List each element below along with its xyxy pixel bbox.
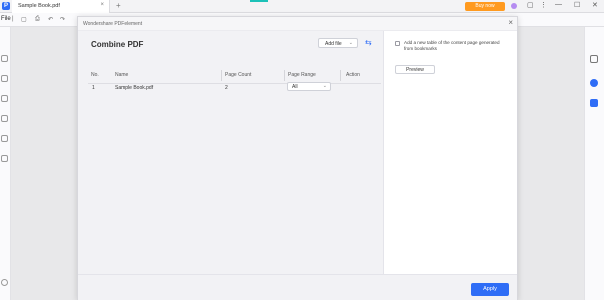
column-header-page-range: Page Range	[288, 72, 316, 78]
ai-assistant-icon[interactable]	[590, 79, 598, 87]
tab-sample-book[interactable]: Sample Book.pdf ×	[12, 0, 110, 13]
toc-checkbox-label: Add a new table of the content page gene…	[404, 40, 500, 51]
minimize-icon[interactable]: —	[555, 1, 562, 8]
new-tab-icon[interactable]: +	[116, 1, 121, 10]
column-header-no: No.	[91, 72, 99, 78]
right-sidebar	[584, 27, 604, 300]
app-logo-icon: P	[2, 2, 10, 10]
bookmark-icon[interactable]	[1, 95, 8, 102]
options-pane: Add a new table of the content page gene…	[385, 31, 517, 274]
refresh-icon[interactable]: ⇆	[365, 39, 375, 47]
bell-icon[interactable]: ▢	[527, 1, 534, 9]
row-page-count: 2	[225, 85, 228, 91]
dialog-close-icon[interactable]: ×	[508, 18, 513, 27]
file-menu[interactable]: File	[1, 16, 11, 22]
header-divider	[88, 83, 381, 84]
left-sidebar	[0, 27, 11, 300]
properties-icon[interactable]	[590, 55, 598, 63]
page-range-select[interactable]: All ⌄	[287, 82, 331, 91]
dialog-footer: Apply	[78, 274, 517, 300]
search-icon[interactable]	[1, 135, 8, 142]
divider-icon: |	[12, 16, 14, 22]
column-header-action: Action	[346, 72, 360, 78]
apply-button[interactable]: Apply	[471, 283, 509, 296]
page-title: Combine PDF	[91, 40, 144, 49]
chevron-down-icon: ⌄	[322, 83, 327, 89]
column-header-page-count: Page Count	[225, 72, 252, 78]
help-icon[interactable]	[1, 279, 8, 286]
chevron-down-icon: ⌄	[348, 40, 353, 46]
column-header-name: Name	[115, 72, 129, 78]
row-number: 1	[92, 85, 95, 91]
teal-accent-bar	[250, 0, 268, 2]
maximize-icon[interactable]: ☐	[574, 1, 580, 9]
window-titlebar: P Sample Book.pdf × + Buy now ▢ ⋮ — ☐ ✕	[0, 0, 604, 13]
page-range-value: All	[292, 84, 298, 90]
avatar[interactable]	[511, 3, 517, 9]
add-file-label: Add file	[325, 41, 342, 47]
column-divider	[340, 70, 341, 81]
save-icon[interactable]: ▢	[21, 16, 27, 23]
file-list-pane: Combine PDF Add file ⌄ ⇆ No. Name Page C…	[78, 31, 384, 274]
thumbnail-icon[interactable]	[1, 55, 8, 62]
layers-icon[interactable]	[1, 155, 8, 162]
column-divider	[221, 70, 222, 81]
undo-icon[interactable]: ↶	[48, 16, 53, 23]
row-file-name: Sample Book.pdf	[115, 85, 154, 91]
close-icon[interactable]: ✕	[592, 1, 598, 9]
buy-now-button[interactable]: Buy now	[465, 2, 505, 11]
redo-icon[interactable]: ↷	[60, 16, 65, 23]
more-icon[interactable]: ⋮	[540, 1, 547, 9]
attachment-icon[interactable]	[1, 115, 8, 122]
tab-label: Sample Book.pdf	[18, 3, 60, 9]
preview-button[interactable]: Preview	[395, 65, 435, 74]
toc-checkbox[interactable]	[395, 41, 400, 46]
comment-icon[interactable]	[1, 75, 8, 82]
add-file-button[interactable]: Add file ⌄	[318, 38, 358, 48]
dialog-titlebar: Wondershare PDFelement ×	[78, 17, 517, 31]
ocr-icon[interactable]	[590, 99, 598, 107]
tab-close-icon[interactable]: ×	[100, 2, 104, 8]
dialog-title: Wondershare PDFelement	[83, 21, 143, 27]
column-divider	[284, 70, 285, 81]
combine-pdf-dialog: Wondershare PDFelement × Combine PDF Add…	[77, 16, 518, 300]
print-icon[interactable]: ⎙	[35, 16, 40, 23]
